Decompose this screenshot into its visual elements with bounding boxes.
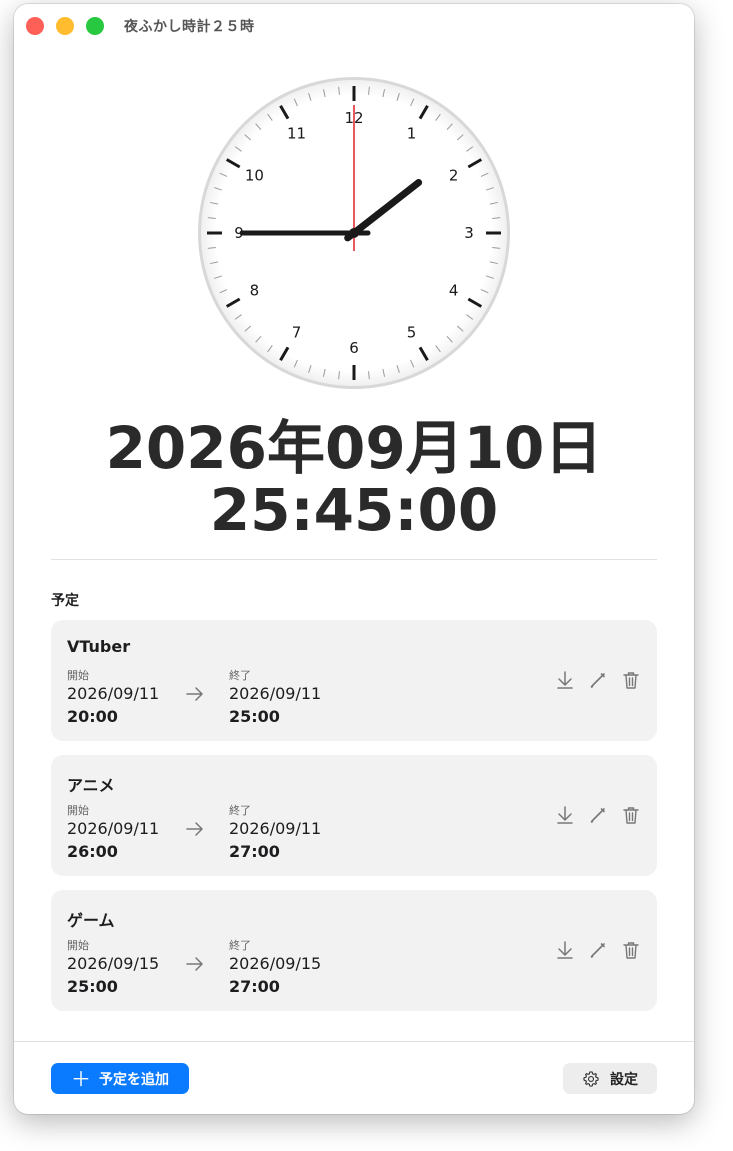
- end-time: 27:00: [229, 842, 280, 861]
- plus-icon: ＋: [71, 1066, 91, 1091]
- edit-pencil-icon[interactable]: [587, 669, 609, 691]
- current-date: 2026年09月10日: [105, 414, 603, 482]
- trash-icon[interactable]: [620, 939, 642, 961]
- add-schedule-button[interactable]: ＋ 予定を追加: [51, 1063, 189, 1094]
- window-title: 夜ふかし時計２５時: [124, 19, 255, 35]
- download-icon[interactable]: [554, 804, 576, 826]
- clock-numeral: 3: [464, 224, 474, 242]
- clock-numeral: 1: [407, 124, 417, 142]
- gear-icon: [583, 1070, 599, 1087]
- schedule-card-anime: アニメ 開始 2026/09/11 26:00 終了 2026/09/11 27…: [51, 755, 657, 876]
- close-window-button[interactable]: [26, 17, 44, 35]
- end-date: 2026/09/11: [229, 684, 322, 703]
- settings-label: 設定: [610, 1071, 638, 1088]
- end-label: 終了: [229, 939, 251, 952]
- start-time: 26:00: [67, 842, 118, 861]
- footer-divider: [14, 1041, 694, 1042]
- clock-numeral: 2: [449, 167, 459, 185]
- start-label: 開始: [67, 939, 89, 952]
- start-label: 開始: [67, 669, 89, 682]
- trash-icon[interactable]: [620, 669, 642, 691]
- schedule-title: ゲーム: [67, 911, 115, 930]
- clock-center-pin: [349, 228, 359, 238]
- end-time: 25:00: [229, 707, 280, 726]
- clock-numeral: 8: [250, 282, 260, 300]
- schedule-title: アニメ: [67, 776, 115, 795]
- start-date: 2026/09/11: [67, 819, 160, 838]
- arrow-right-icon: [186, 687, 203, 701]
- arrow-right-icon: [186, 957, 203, 971]
- analog-clock: 121234567891011: [198, 77, 510, 389]
- start-time: 20:00: [67, 707, 118, 726]
- clock-numeral: 4: [449, 282, 459, 300]
- download-icon[interactable]: [554, 939, 576, 961]
- start-time: 25:00: [67, 977, 118, 996]
- edit-pencil-icon[interactable]: [587, 804, 609, 826]
- settings-button[interactable]: 設定: [563, 1063, 657, 1094]
- start-label: 開始: [67, 804, 89, 817]
- schedule-card-vtuber: VTuber 開始 2026/09/11 20:00 終了 2026/09/11…: [51, 620, 657, 741]
- app-window: 夜ふかし時計２５時 12 1 2 3 4 5 6 7 8 9 10 11 2026年09月10日 25…: [14, 4, 694, 1114]
- current-time: 25:45:00: [209, 476, 499, 544]
- trash-icon[interactable]: [620, 804, 642, 826]
- schedule-section-title: 予定: [51, 593, 79, 609]
- start-date: 2026/09/11: [67, 684, 160, 703]
- end-label: 終了: [229, 804, 251, 817]
- edit-pencil-icon[interactable]: [587, 939, 609, 961]
- clock-numeral: 11: [287, 124, 306, 142]
- end-date: 2026/09/15: [229, 954, 322, 973]
- clock-numeral: 5: [407, 324, 417, 342]
- add-schedule-label: 予定を追加: [99, 1071, 169, 1088]
- zoom-window-button[interactable]: [86, 17, 104, 35]
- clock-numeral: 10: [245, 167, 264, 185]
- download-icon[interactable]: [554, 669, 576, 691]
- end-date: 2026/09/11: [229, 819, 322, 838]
- arrow-right-icon: [186, 822, 203, 836]
- end-label: 終了: [229, 669, 251, 682]
- start-date: 2026/09/15: [67, 954, 160, 973]
- schedule-title: VTuber: [67, 637, 131, 656]
- minimize-window-button[interactable]: [56, 17, 74, 35]
- end-time: 27:00: [229, 977, 280, 996]
- schedule-card-game: ゲーム 開始 2026/09/15 25:00 終了 2026/09/15 27…: [51, 890, 657, 1011]
- title-bar[interactable]: 夜ふかし時計２５時: [14, 4, 694, 48]
- clock-numeral: 6: [349, 339, 359, 357]
- divider: [51, 559, 657, 560]
- clock-numeral: 7: [292, 324, 302, 342]
